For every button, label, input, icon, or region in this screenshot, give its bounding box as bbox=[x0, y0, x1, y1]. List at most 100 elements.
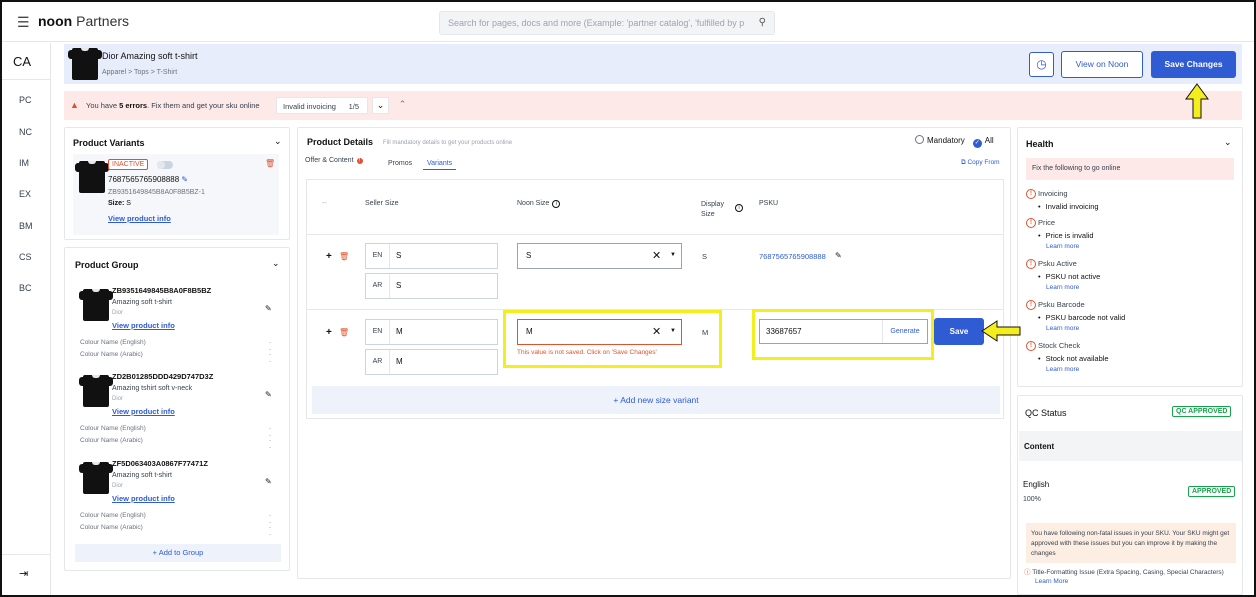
health-item: Psku BarcodePSKU barcode not validLearn … bbox=[1026, 300, 1234, 332]
nav-item-ex[interactable]: EX bbox=[19, 189, 31, 199]
header-psku: PSKU bbox=[759, 200, 779, 207]
group-item-brand: Dior bbox=[112, 483, 124, 489]
noon-size-select[interactable]: S ✕ ▼ bbox=[517, 243, 682, 269]
nav-item-nc[interactable]: NC bbox=[19, 127, 32, 137]
view-product-info-link[interactable]: View product info bbox=[112, 407, 175, 416]
filter-radio-group[interactable]: Mandatory ✓ All bbox=[915, 135, 994, 148]
group-title: Product Group bbox=[75, 260, 139, 270]
view-product-info-link[interactable]: View product info bbox=[112, 321, 175, 330]
qc-title: QC Status bbox=[1025, 408, 1067, 418]
add-row-icon[interactable]: + bbox=[326, 327, 332, 338]
edit-psku-icon[interactable]: ✎ bbox=[181, 175, 188, 184]
health-item: PricePrice is invalidLearn more bbox=[1026, 218, 1234, 250]
learn-more-link[interactable]: Learn more bbox=[1026, 243, 1234, 250]
history-button[interactable]: ◷ bbox=[1029, 52, 1054, 77]
colour-name-english: Colour Name (English) -- bbox=[80, 512, 272, 526]
error-dot-icon: ! bbox=[356, 158, 363, 164]
learn-more-link[interactable]: Learn more bbox=[1026, 366, 1234, 373]
info-icon[interactable]: i bbox=[735, 204, 743, 212]
annotation-arrow-up bbox=[1185, 83, 1209, 119]
delete-variant-icon[interactable]: 🗑 bbox=[265, 159, 275, 168]
chevron-down-icon[interactable]: ⌄ bbox=[274, 136, 282, 147]
view-product-info-link[interactable]: View product info bbox=[108, 214, 171, 223]
info-icon[interactable]: i bbox=[552, 200, 561, 208]
error-navigator[interactable]: Invalid invoicing 1/5 bbox=[276, 97, 368, 114]
seller-size-en-input[interactable]: EN M bbox=[365, 319, 498, 345]
delete-row-icon[interactable]: 🗑 bbox=[339, 328, 349, 337]
group-item-sku: ZD2B01285DDD429D747D3Z bbox=[112, 372, 214, 381]
mandatory-radio[interactable] bbox=[915, 135, 924, 144]
add-size-variant-button[interactable]: + Add new size variant bbox=[312, 386, 1000, 414]
header-seller-size: Seller Size bbox=[365, 200, 399, 207]
variant-item[interactable]: INACTIVE 🗑 7687565765908888 ✎ ZB93516498… bbox=[73, 154, 279, 235]
qc-content-header: Content bbox=[1019, 431, 1242, 461]
error-summary: You have 5 errors. Fix them and get your… bbox=[86, 101, 260, 110]
chevron-down-icon[interactable]: ⌄ bbox=[372, 97, 389, 114]
active-toggle[interactable] bbox=[157, 161, 173, 169]
product-title: Dior Amazing soft t-shirt bbox=[102, 51, 198, 61]
copy-from-link[interactable]: ⧉ Copy From bbox=[961, 159, 1000, 167]
edit-icon[interactable]: ✎ bbox=[835, 251, 842, 260]
product-group-card: Product Group ⌄ ZB9351649845B8A0F8B5BZ A… bbox=[64, 247, 290, 571]
nav-current-country[interactable]: CA bbox=[13, 54, 31, 69]
variant-size: Size: S bbox=[108, 200, 131, 207]
seller-size-ar-input[interactable]: AR S bbox=[365, 273, 498, 299]
save-changes-button[interactable]: Save Changes bbox=[1151, 51, 1236, 78]
current-error: Invalid invoicing bbox=[283, 102, 336, 111]
edit-icon[interactable]: ✎ bbox=[265, 390, 272, 399]
delete-row-icon[interactable]: 🗑 bbox=[339, 252, 349, 261]
edit-icon[interactable]: ✎ bbox=[265, 304, 272, 313]
edit-icon[interactable]: ✎ bbox=[265, 477, 272, 486]
tab-offer-content[interactable]: Offer & Content! bbox=[305, 157, 363, 164]
language-status-badge: APPROVED bbox=[1188, 486, 1236, 497]
header-display-size: Display Size bbox=[701, 201, 724, 218]
view-on-noon-button[interactable]: View on Noon bbox=[1061, 51, 1143, 78]
colour-name-english: Colour Name (English) -- bbox=[80, 425, 272, 439]
chevron-down-icon[interactable]: ⌄ bbox=[272, 258, 280, 269]
seller-size-en-input[interactable]: EN S bbox=[365, 243, 498, 269]
learn-more-link[interactable]: Learn more bbox=[1026, 284, 1234, 291]
nav-item-bm[interactable]: BM bbox=[19, 221, 33, 231]
product-thumbnail bbox=[68, 48, 102, 80]
health-item: Psku ActivePSKU not activeLearn more bbox=[1026, 259, 1234, 291]
chevron-down-icon[interactable]: ▼ bbox=[670, 252, 676, 258]
all-radio-selected[interactable]: ✓ bbox=[972, 139, 982, 148]
psku-link[interactable]: 7687565765908888 bbox=[759, 252, 826, 261]
group-item: ZB9351649845B8A0F8B5BZ Amazing soft t-sh… bbox=[75, 286, 280, 365]
variants-title: Product Variants bbox=[73, 138, 145, 148]
qc-note: You have following non-fatal issues in y… bbox=[1026, 523, 1236, 563]
nav-item-pc[interactable]: PC bbox=[19, 95, 32, 105]
group-item-thumbnail bbox=[79, 375, 113, 407]
search-icon[interactable]: ⚲ bbox=[759, 17, 766, 28]
nav-item-cs[interactable]: CS bbox=[19, 252, 32, 262]
expand-sidebar-icon[interactable]: ⇥ bbox=[19, 567, 28, 580]
save-button[interactable]: Save bbox=[934, 318, 984, 345]
view-product-info-link[interactable]: View product info bbox=[112, 494, 175, 503]
nav-item-bc[interactable]: BC bbox=[19, 283, 32, 293]
add-to-group-button[interactable]: + Add to Group bbox=[75, 544, 281, 562]
group-item-sku: ZF5D063403A0867F77471Z bbox=[112, 459, 208, 468]
search-placeholder: Search for pages, docs and more (Example… bbox=[448, 18, 745, 28]
left-nav: CA PC NC IM EX BM CS BC ⇥ bbox=[2, 43, 51, 595]
chevron-up-icon[interactable]: ⌃ bbox=[394, 97, 411, 114]
learn-more-link[interactable]: Learn More bbox=[1024, 578, 1224, 585]
highlight-box bbox=[752, 309, 934, 360]
history-icon: ◷ bbox=[1036, 57, 1047, 71]
add-row-icon[interactable]: + bbox=[326, 251, 332, 262]
clear-icon[interactable]: ✕ bbox=[652, 249, 661, 262]
nav-item-im[interactable]: IM bbox=[19, 158, 29, 168]
qc-status-badge: QC APPROVED bbox=[1172, 406, 1232, 417]
nav-divider bbox=[2, 79, 50, 80]
search-input[interactable]: Search for pages, docs and more (Example… bbox=[439, 11, 775, 35]
menu-icon[interactable]: ☰ bbox=[17, 14, 30, 31]
seller-size-ar-input[interactable]: AR M bbox=[365, 349, 498, 375]
health-title: Health bbox=[1026, 139, 1054, 149]
chevron-down-icon[interactable]: ⌄ bbox=[1224, 137, 1232, 148]
group-item-thumbnail bbox=[79, 289, 113, 321]
breadcrumb[interactable]: Apparel > Tops > T-Shirt bbox=[102, 69, 177, 76]
brand-logo[interactable]: noon Partners bbox=[38, 13, 129, 29]
tab-variants[interactable]: Variants bbox=[423, 160, 457, 170]
qc-language: English bbox=[1023, 480, 1050, 489]
tab-promos[interactable]: Promos bbox=[388, 160, 412, 167]
learn-more-link[interactable]: Learn more bbox=[1026, 325, 1234, 332]
